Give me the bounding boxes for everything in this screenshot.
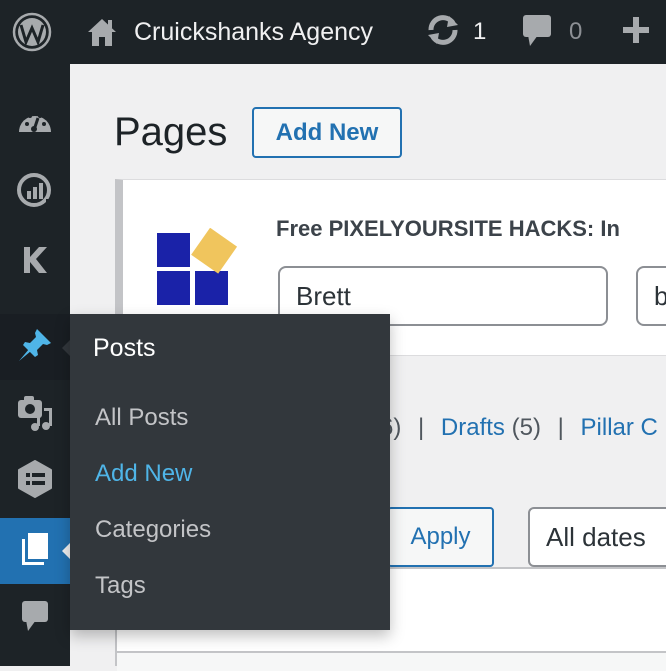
flyout-pointer: [62, 340, 70, 356]
media-icon: [16, 394, 54, 437]
submenu-all-posts[interactable]: All Posts: [95, 404, 188, 432]
current-menu-pointer: [62, 543, 70, 559]
plus-icon: [622, 16, 650, 49]
comment-bubble-icon: [522, 13, 552, 52]
comments-count: 0: [569, 18, 583, 45]
menu-item-pages[interactable]: [0, 518, 70, 584]
table-row: [117, 651, 666, 671]
pages-icon: [20, 532, 50, 571]
comments-button[interactable]: 0: [522, 0, 582, 64]
flyout-title-posts[interactable]: Posts: [93, 334, 156, 363]
dashboard-gauge-icon: [18, 106, 52, 139]
admin-menu-sidebar: [0, 64, 70, 666]
pixelyoursite-logo: [157, 227, 238, 313]
pillar-view-link[interactable]: Pillar C: [581, 414, 658, 441]
submenu-add-new[interactable]: Add New: [95, 460, 192, 488]
views-separator: |: [418, 414, 425, 441]
menu-item-k-plugin[interactable]: [0, 240, 70, 284]
menu-item-dashboard[interactable]: [0, 100, 70, 144]
list-hexagon-icon: [17, 459, 53, 503]
email-input[interactable]: b: [636, 266, 666, 326]
pushpin-icon: [17, 327, 53, 368]
page-title: Pages: [114, 110, 228, 154]
submenu-tags[interactable]: Tags: [95, 572, 146, 600]
new-content-button[interactable]: [622, 0, 650, 64]
drafts-view-link[interactable]: Drafts: [441, 414, 505, 441]
updates-button[interactable]: 1: [425, 0, 486, 64]
admin-bar: Cruickshanks Agency 1 0: [0, 0, 666, 64]
wordpress-logo-icon[interactable]: [12, 0, 52, 64]
analytics-chart-icon: [16, 171, 54, 214]
views-separator: |: [557, 414, 564, 441]
posts-flyout-menu: Posts All Posts Add New Categories Tags: [70, 314, 390, 630]
menu-item-comments[interactable]: [0, 596, 70, 640]
k-letter-icon: [22, 246, 48, 279]
comment-icon: [20, 599, 50, 638]
refresh-icon: [425, 14, 461, 51]
site-name-link[interactable]: Cruickshanks Agency: [134, 0, 373, 64]
home-icon[interactable]: [86, 0, 118, 64]
updates-count: 1: [473, 18, 487, 45]
menu-item-forms[interactable]: [0, 456, 70, 506]
page-status-views: 6) | Drafts (5) | Pillar C: [380, 414, 658, 442]
drafts-count: (5): [511, 414, 541, 441]
bulk-apply-button[interactable]: Apply: [387, 507, 494, 567]
dates-filter-select[interactable]: All dates: [528, 507, 666, 567]
menu-item-media[interactable]: [0, 390, 70, 440]
menu-item-posts[interactable]: [0, 314, 70, 380]
submenu-categories[interactable]: Categories: [95, 516, 211, 544]
notice-title: Free PIXELYOURSITE HACKS: In: [276, 216, 620, 241]
add-new-page-button[interactable]: Add New: [252, 107, 402, 158]
menu-item-analytics[interactable]: [0, 170, 70, 214]
